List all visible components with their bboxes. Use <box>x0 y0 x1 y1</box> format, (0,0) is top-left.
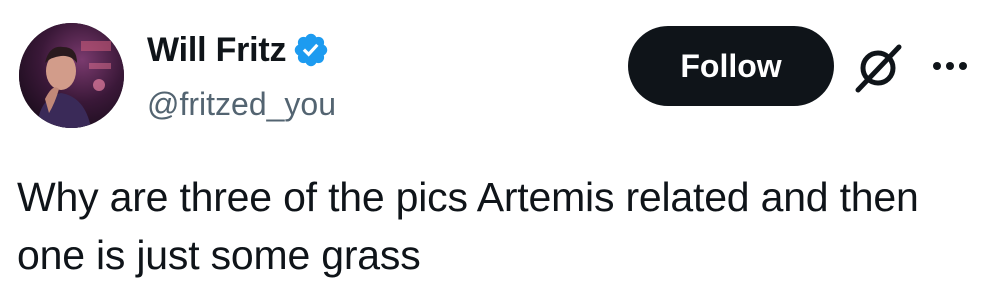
author-handle[interactable]: @fritzed_you <box>147 84 336 124</box>
avatar[interactable] <box>19 23 124 128</box>
tweet-text: Why are three of the pics Artemis relate… <box>17 174 919 278</box>
grok-icon[interactable] <box>852 40 906 94</box>
author-name-row[interactable]: Will Fritz <box>147 30 330 70</box>
more-horizontal-icon[interactable] <box>928 48 972 84</box>
follow-button[interactable]: Follow <box>628 26 834 106</box>
display-name[interactable]: Will Fritz <box>147 30 287 70</box>
verified-badge-icon[interactable] <box>292 31 330 69</box>
avatar-photo <box>19 23 124 128</box>
